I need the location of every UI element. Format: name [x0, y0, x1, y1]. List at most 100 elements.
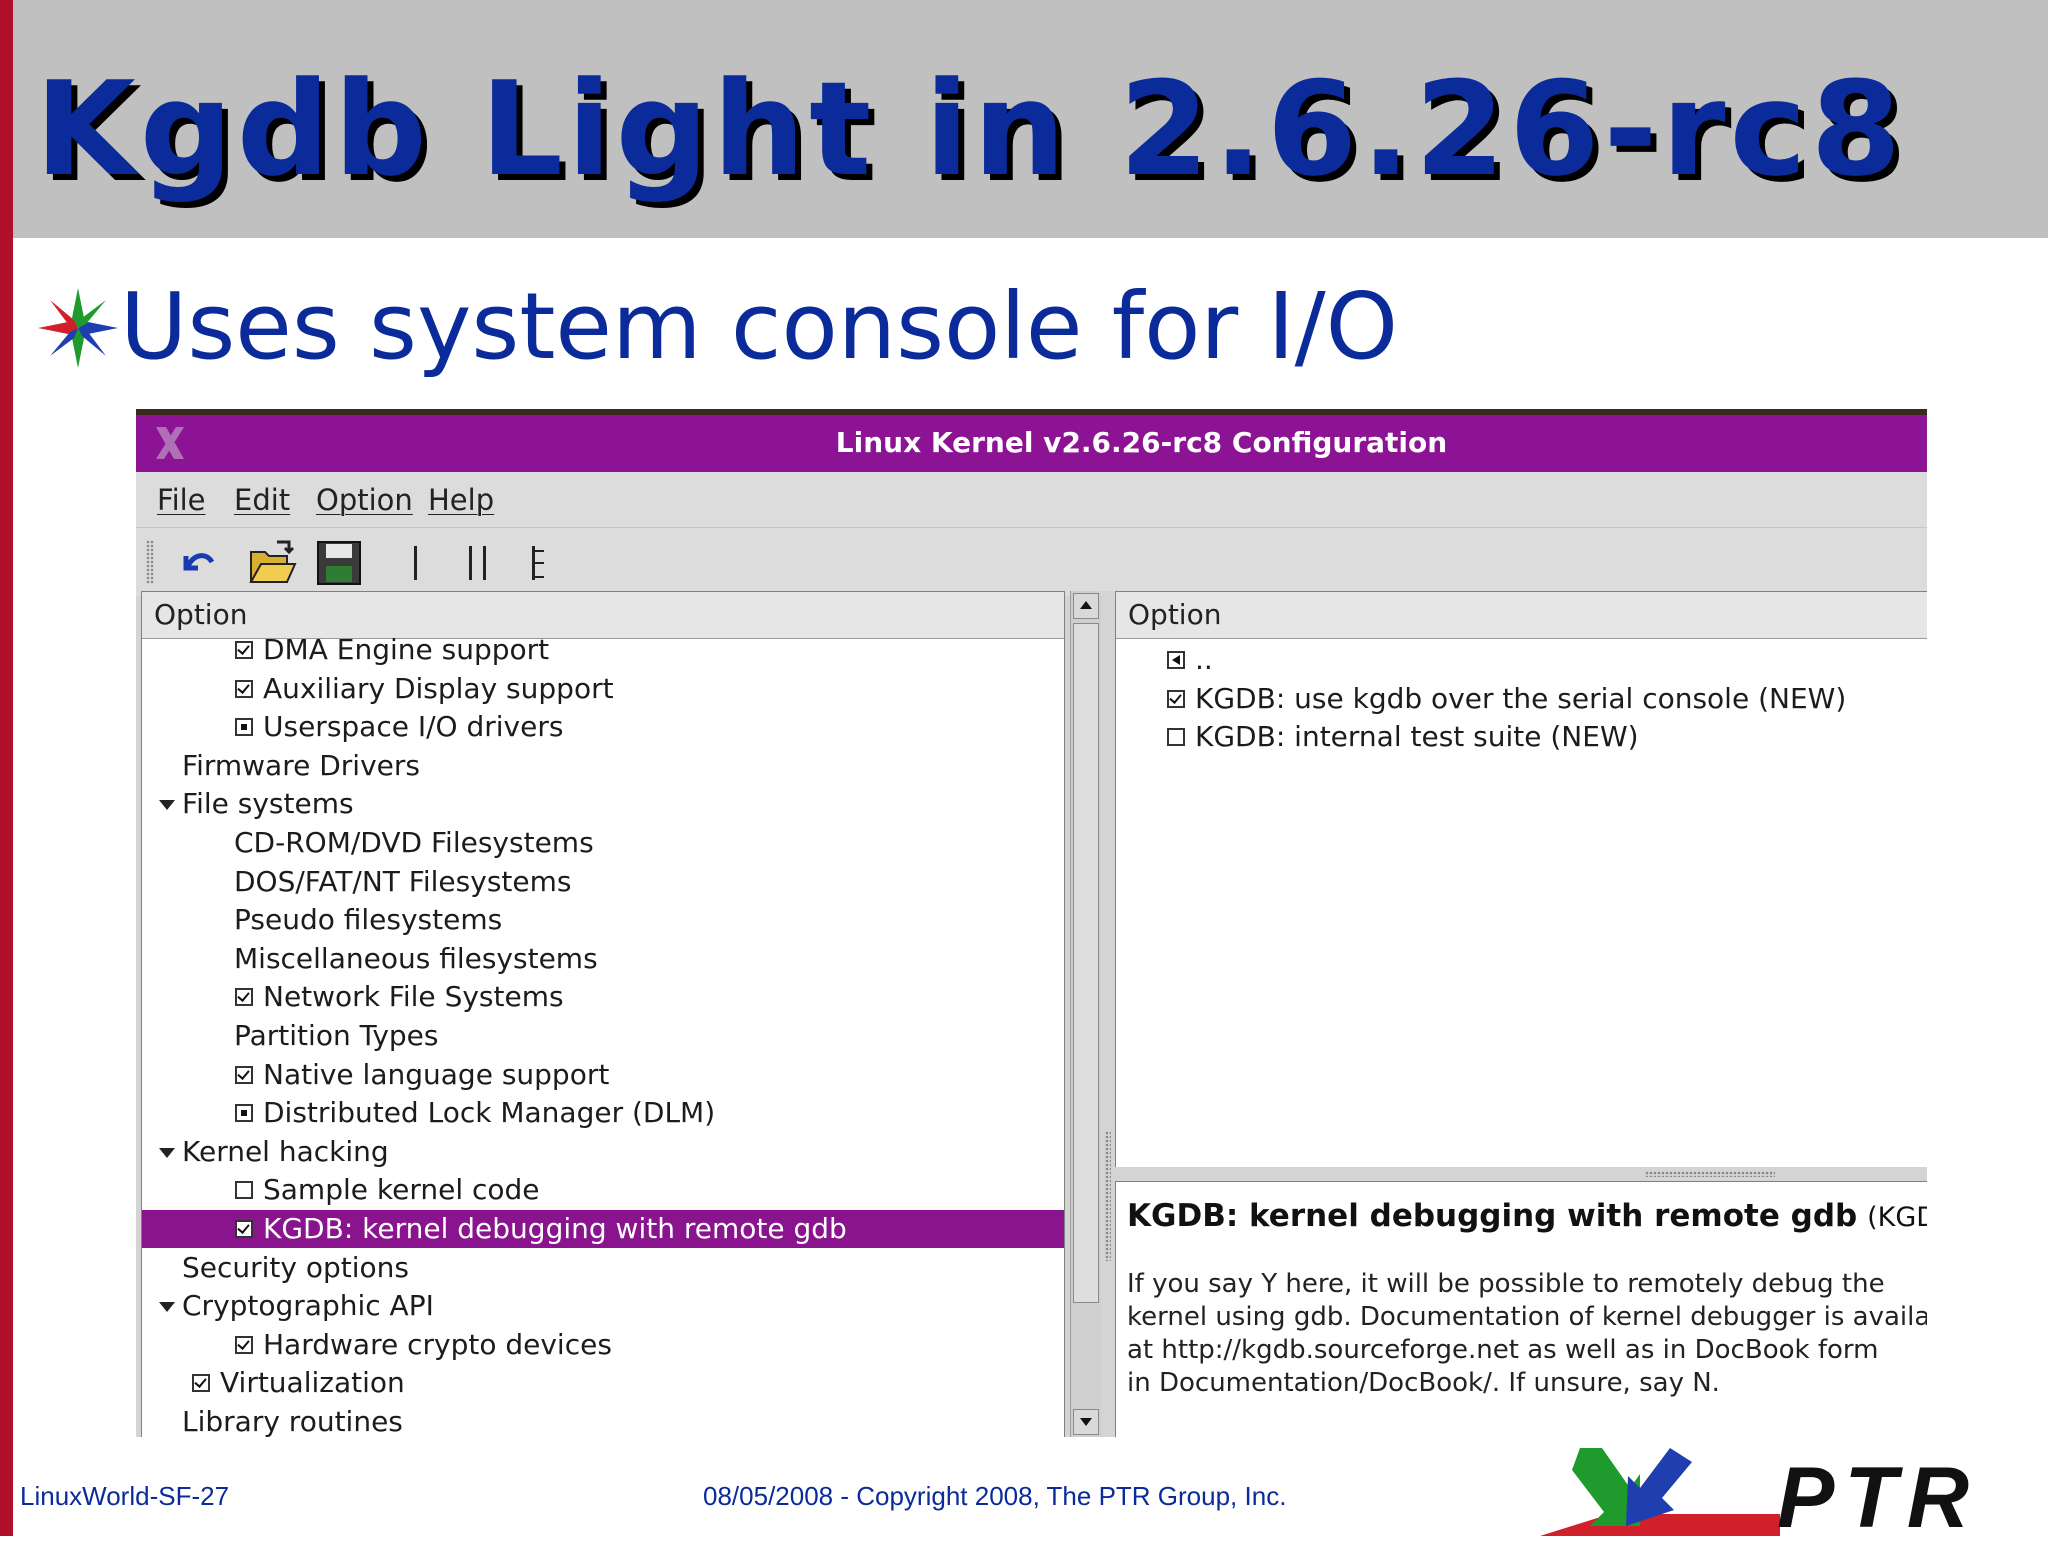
toolbar-grip[interactable] — [146, 540, 154, 584]
ptr-arrows-icon — [1540, 1448, 1780, 1536]
open-folder-icon[interactable] — [247, 538, 297, 588]
window-titlebar[interactable]: Linux Kernel v2.6.26-rc8 Configuration — [136, 415, 1927, 472]
toolbar — [136, 527, 1927, 596]
menu-edit[interactable]: Edit — [234, 482, 290, 518]
checkbox[interactable] — [235, 988, 253, 1007]
tree-row-label: Hardware crypto devices — [263, 1327, 612, 1361]
save-disk-icon[interactable] — [314, 538, 364, 588]
checkbox[interactable] — [235, 679, 253, 698]
tree-row-label: CD-ROM/DVD Filesystems — [234, 826, 594, 859]
tree-row[interactable]: Auxiliary Display support — [142, 670, 1064, 708]
list-row[interactable]: .. — [1116, 641, 1927, 679]
help-symbol: (KGDB) — [1867, 1202, 1927, 1233]
tree-row[interactable]: DOS/FAT/NT Filesystems — [142, 863, 1064, 901]
tree-row-label: Security options — [182, 1250, 410, 1284]
checkbox[interactable] — [1167, 689, 1185, 708]
left-accent-bar — [0, 0, 13, 1536]
option-list-header[interactable]: Option — [1116, 592, 1927, 639]
list-row[interactable]: KGDB: use kgdb over the serial console (… — [1116, 680, 1927, 718]
tree-row-label: Partition Types — [234, 1019, 439, 1052]
tree-row[interactable]: Network File Systems — [142, 978, 1064, 1016]
slide-title: Kgdb Light in 2.6.26-rc8 — [35, 53, 1906, 205]
tree-row[interactable]: Miscellaneous filesystems — [142, 940, 1064, 978]
tree-row[interactable]: CD-ROM/DVD Filesystems — [142, 824, 1064, 862]
tree-row-label: Userspace I/O drivers — [263, 710, 564, 744]
ptr-logo-text: PTR — [1777, 1450, 1979, 1546]
tree-row[interactable]: Firmware Drivers — [142, 747, 1064, 785]
help-line: at http://kgdb.sourceforge.net as well a… — [1127, 1335, 1879, 1365]
tree-row-label: Library routines — [182, 1405, 403, 1437]
tree-row[interactable]: Hardware crypto devices — [142, 1326, 1064, 1364]
option-list-header-label: Option — [1128, 598, 1222, 631]
tree-row-label: File systems — [182, 787, 354, 821]
tree-row-label: Distributed Lock Manager (DLM) — [263, 1096, 716, 1130]
horizontal-splitter-grip — [1645, 1171, 1775, 1177]
full-view-icon[interactable] — [516, 538, 566, 588]
scroll-thumb[interactable] — [1073, 623, 1099, 1303]
tree-row-label: KGDB: kernel debugging with remote gdb — [263, 1212, 847, 1245]
window-title: Linux Kernel v2.6.26-rc8 Configuration — [835, 426, 1448, 459]
menu-option[interactable]: Option — [316, 482, 413, 518]
expand-arrow-icon[interactable] — [159, 1147, 175, 1158]
list-row-label: KGDB: internal test suite (NEW) — [1195, 720, 1639, 754]
tree-row-label: Kernel hacking — [182, 1134, 389, 1168]
tree-row[interactable]: Kernel hacking — [142, 1133, 1064, 1171]
checkbox[interactable] — [235, 1335, 253, 1354]
tristate-checkbox[interactable] — [235, 1104, 253, 1123]
tree-row-label: Miscellaneous filesystems — [234, 941, 598, 975]
checkbox[interactable] — [1167, 728, 1185, 747]
list-row[interactable]: KGDB: internal test suite (NEW) — [1116, 718, 1927, 756]
vertical-splitter-grip — [1105, 1131, 1111, 1261]
option-tree-pane[interactable]: Option DMA Engine support Auxiliary Displ… — [141, 591, 1065, 1437]
tree-row[interactable]: Library routines — [142, 1403, 1064, 1437]
tree-row[interactable]: Security options — [142, 1249, 1064, 1287]
tree-row[interactable]: Distributed Lock Manager (DLM) — [142, 1094, 1064, 1132]
back-icon[interactable] — [1167, 651, 1185, 669]
tree-vertical-scrollbar[interactable] — [1070, 591, 1101, 1437]
option-list-pane[interactable]: Option .. KGDB: use kgdb over the serial … — [1115, 591, 1927, 1168]
tree-row-label: DMA Engine support — [263, 633, 550, 666]
tree-row[interactable]: DMA Engine support — [142, 631, 1064, 669]
menu-help[interactable]: Help — [428, 482, 494, 518]
tristate-checkbox[interactable] — [235, 718, 253, 737]
option-tree-header-label: Option — [154, 598, 248, 631]
tree-row[interactable]: Cryptographic API — [142, 1287, 1064, 1325]
footer-event-label: LinuxWorld-SF-27 — [20, 1481, 230, 1511]
help-line: kernel using gdb. Documentation of kerne… — [1127, 1302, 1927, 1332]
tree-row-label: Native language support — [263, 1057, 610, 1091]
vertical-splitter[interactable] — [1102, 591, 1114, 1437]
tree-row[interactable]: Virtualization — [142, 1364, 1064, 1402]
footer-copyright: 08/05/2008 - Copyright 2008, The PTR Gro… — [703, 1481, 1287, 1511]
tree-row-label: DOS/FAT/NT Filesystems — [234, 864, 572, 898]
tree-row-label: Cryptographic API — [182, 1289, 434, 1323]
menu-file[interactable]: File — [157, 482, 206, 518]
checkbox[interactable] — [235, 1220, 253, 1238]
checkbox[interactable] — [235, 641, 253, 659]
star-bullet-icon — [38, 288, 118, 368]
single-view-icon[interactable] — [391, 538, 441, 588]
tree-row[interactable]: Native language support — [142, 1056, 1064, 1094]
undo-icon[interactable] — [172, 538, 222, 588]
checkbox[interactable] — [192, 1374, 210, 1393]
checkbox[interactable] — [235, 1181, 253, 1200]
list-row-label: .. — [1195, 643, 1213, 676]
tree-row[interactable]: Pseudo filesystems — [142, 901, 1064, 939]
scroll-up-button[interactable] — [1073, 593, 1099, 619]
tree-row[interactable]: File systems — [142, 785, 1064, 823]
help-text-pane: KGDB: kernel debugging with remote gdb (… — [1115, 1181, 1927, 1437]
split-view-icon[interactable] — [453, 538, 503, 588]
kernel-config-window: Linux Kernel v2.6.26-rc8 Configuration F… — [136, 409, 1927, 1437]
checkbox[interactable] — [235, 1065, 253, 1084]
help-line: in Documentation/DocBook/. If unsure, sa… — [1127, 1368, 1720, 1398]
tree-row-selected[interactable]: KGDB: kernel debugging with remote gdb — [142, 1210, 1064, 1248]
help-line: If you say Y here, it will be possible t… — [1127, 1269, 1885, 1299]
menu-bar: File Edit Option Help — [136, 472, 1927, 527]
scroll-down-button[interactable] — [1073, 1409, 1099, 1435]
expand-arrow-icon[interactable] — [159, 800, 175, 811]
tree-row[interactable]: Userspace I/O drivers — [142, 708, 1064, 746]
tree-row[interactable]: Partition Types — [142, 1017, 1064, 1055]
horizontal-splitter[interactable] — [1115, 1167, 1927, 1181]
tree-row[interactable]: Sample kernel code — [142, 1171, 1064, 1209]
tree-row-label: Sample kernel code — [263, 1173, 540, 1207]
expand-arrow-icon[interactable] — [159, 1302, 175, 1313]
